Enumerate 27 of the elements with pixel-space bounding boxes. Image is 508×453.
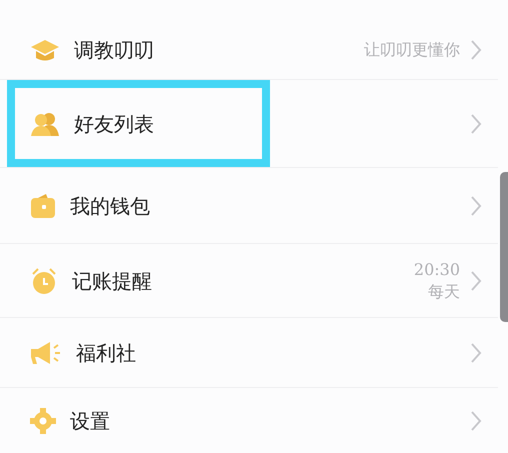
menu-label: 好友列表 <box>74 110 154 138</box>
menu-item[interactable]: 记账提醒 20:30 每天 <box>0 244 498 318</box>
menu-item[interactable]: 好友列表 <box>0 80 498 168</box>
chevron-icon <box>470 410 482 432</box>
menu-item[interactable]: 我的钱包 <box>0 168 498 244</box>
megaphone-icon <box>30 340 62 366</box>
menu-label: 调教叨叨 <box>74 36 154 64</box>
menu-item[interactable]: 福利社 <box>0 318 498 388</box>
chevron-icon <box>470 38 482 60</box>
menu-value: 20:30 <box>414 258 460 280</box>
chevron-icon <box>470 270 482 292</box>
menu-value: 每天 <box>427 280 460 302</box>
menu-label: 设置 <box>70 408 110 434</box>
chevron-icon <box>470 194 482 216</box>
menu-item[interactable]: 调教叨叨 让叨叨更懂你 <box>0 20 498 80</box>
people-icon <box>30 110 60 136</box>
alarm-clock-icon <box>30 266 58 294</box>
menu-label: 记账提醒 <box>72 268 152 294</box>
chevron-icon <box>470 342 482 364</box>
settings-icon <box>30 408 56 434</box>
menu-item[interactable]: 设置 <box>0 388 498 453</box>
menu-label: 福利社 <box>76 340 136 366</box>
chevron-icon <box>470 112 482 134</box>
menu-value: 让叨叨更懂你 <box>364 38 460 60</box>
wallet-icon <box>30 192 56 218</box>
menu-label: 我的钱包 <box>70 192 150 220</box>
graduation-cap-icon <box>30 38 60 62</box>
